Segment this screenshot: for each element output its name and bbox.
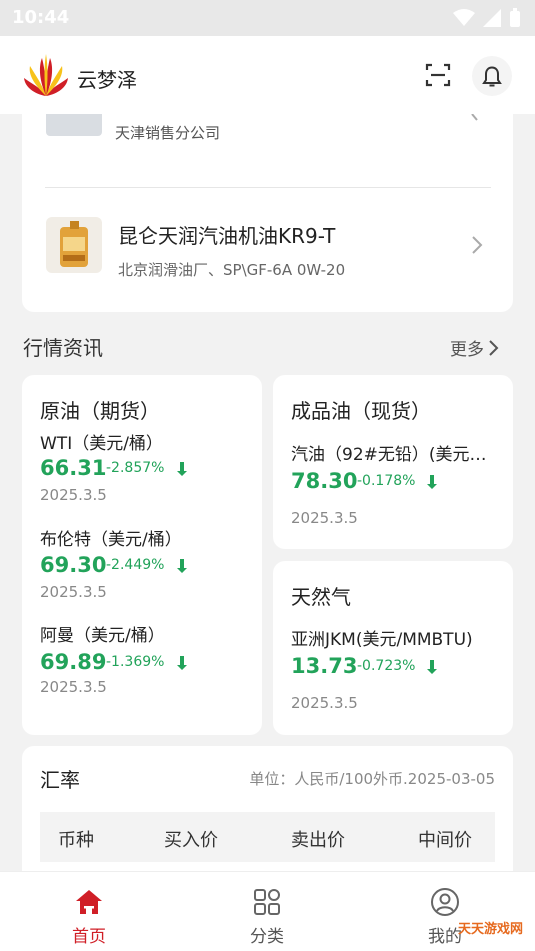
tab-label: 分类 — [250, 927, 284, 947]
quote-value: 13.73 — [291, 654, 358, 678]
quote-label: WTI（美元/桶） — [40, 434, 163, 454]
petrochina-logo — [24, 54, 68, 96]
bell-icon — [482, 66, 502, 87]
table-header: 币种 买入价 卖出价 中间价 — [40, 812, 495, 862]
product-thumbnail — [46, 217, 102, 273]
down-arrow-icon — [177, 462, 187, 476]
quote-label: 布伦特（美元/桶） — [40, 530, 182, 550]
quote-date: 2025.3.5 — [291, 509, 358, 527]
battery-icon — [510, 8, 520, 27]
down-arrow-icon — [427, 475, 437, 489]
quote-change: -2.857% — [106, 460, 165, 476]
signal-icon — [483, 9, 501, 27]
tab-profile[interactable]: 我的 — [356, 872, 534, 951]
home-icon — [76, 890, 102, 914]
notification-button[interactable] — [472, 56, 512, 96]
quote-value: 78.30 — [291, 469, 358, 493]
product-thumbnail — [46, 114, 102, 136]
status-bar: 10:44 — [0, 0, 535, 36]
scan-icon[interactable] — [421, 58, 455, 92]
oil-bottle-image — [60, 221, 88, 267]
more-link[interactable]: 更多 — [450, 335, 500, 360]
more-label: 更多 — [450, 340, 484, 360]
crude-oil-card[interactable]: 原油（期货） WTI（美元/桶） 66.31 -2.857% 2025.3.5 … — [22, 375, 262, 735]
quote-date: 2025.3.5 — [40, 486, 107, 504]
profile-icon — [431, 888, 459, 916]
watermark: 天天游戏网 — [458, 922, 524, 937]
card-title: 天然气 — [291, 585, 351, 609]
natural-gas-card[interactable]: 天然气 亚洲JKM(美元/MMBTU) 13.73 -0.723% 2025.3… — [273, 561, 513, 735]
quote-label: 阿曼（美元/桶） — [40, 626, 165, 646]
down-arrow-icon — [427, 660, 437, 674]
down-arrow-icon — [177, 559, 187, 573]
tab-home[interactable]: 首页 — [0, 872, 178, 951]
section-title: 行情资讯 — [23, 336, 103, 360]
quote-date: 2025.3.5 — [40, 583, 107, 601]
quote-change: -0.723% — [357, 658, 416, 674]
divider — [45, 187, 491, 188]
tab-label: 首页 — [72, 927, 106, 947]
card-title: 汇率 — [40, 768, 80, 792]
column-header: 币种 — [58, 830, 94, 851]
product-subtitle: 天津销售分公司 — [115, 124, 221, 142]
quote-value: 69.30 — [40, 553, 107, 577]
refined-oil-card[interactable]: 成品油（现货） 汽油（92#无铅）(美元/桶) 78.30 -0.178% 20… — [273, 375, 513, 549]
product-list-card: 天津销售分公司 昆仑天润汽油机油KR9-T 北京润滑油厂、SP\GF-6A 0W… — [22, 114, 513, 312]
quote-date: 2025.3.5 — [291, 694, 358, 712]
chevron-right-icon — [471, 114, 478, 121]
quote-change: -0.178% — [357, 473, 416, 489]
card-title: 成品油（现货） — [291, 399, 431, 423]
exchange-rate-card: 汇率 单位：人民币/100外币.2025-03-05 币种 买入价 卖出价 中间… — [22, 746, 513, 886]
product-title: 昆仑天润汽油机油KR9-T — [118, 224, 336, 248]
status-icons — [453, 8, 521, 28]
down-arrow-icon — [177, 656, 187, 670]
card-title: 原油（期货） — [40, 399, 160, 423]
chevron-right-icon — [489, 339, 499, 356]
bottom-tab-bar: 首页 分类 我的 天天游戏网 — [0, 871, 535, 951]
product-subtitle: 北京润滑油厂、SP\GF-6A 0W-20 — [118, 261, 346, 279]
column-header: 中间价 — [418, 830, 472, 851]
quote-label: 汽油（92#无铅）(美元/桶) — [291, 445, 491, 465]
chevron-right-icon — [472, 236, 483, 254]
quote-change: -2.449% — [106, 557, 165, 573]
app-header: 云梦泽 — [0, 36, 535, 114]
quote-label: 亚洲JKM(美元/MMBTU) — [291, 630, 473, 650]
quote-value: 66.31 — [40, 456, 107, 480]
unit-label: 单位：人民币/100外币.2025-03-05 — [249, 770, 495, 788]
status-time: 10:44 — [12, 7, 70, 28]
quote-change: -1.369% — [106, 654, 165, 670]
column-header: 买入价 — [164, 830, 218, 851]
quote-date: 2025.3.5 — [40, 678, 107, 696]
tab-category[interactable]: 分类 — [178, 872, 356, 951]
quote-value: 69.89 — [40, 650, 107, 674]
app-name: 云梦泽 — [77, 68, 137, 92]
wifi-icon — [453, 9, 475, 26]
column-header: 卖出价 — [291, 830, 345, 851]
category-icon — [254, 889, 280, 915]
